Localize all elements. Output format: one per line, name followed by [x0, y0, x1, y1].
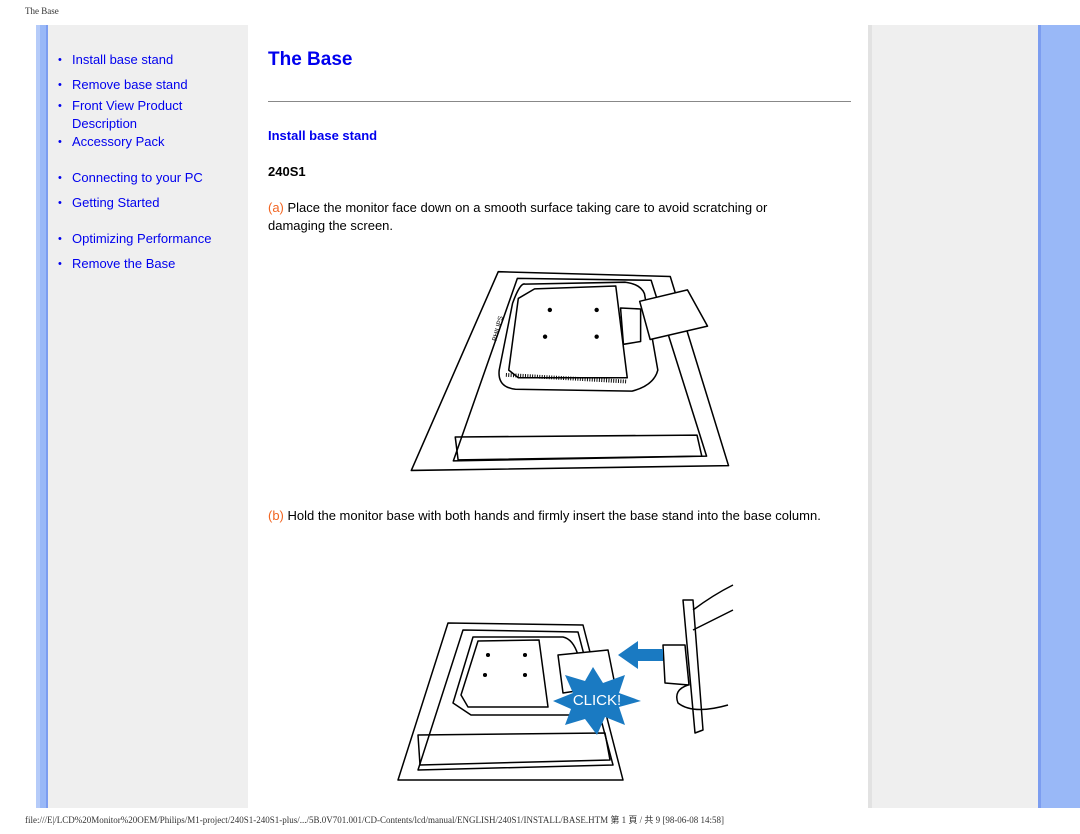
nav-item-optimizing: • Optimizing Performance	[48, 230, 248, 248]
nav-item-install-base-stand: • Install base stand	[48, 51, 248, 69]
nav-item-remove-the-base: • Remove the Base	[48, 255, 248, 273]
step-a-text: Place the monitor face down on a smooth …	[268, 200, 768, 233]
bullet-icon: •	[58, 54, 62, 66]
nav-item-remove-base-stand: • Remove base stand	[48, 76, 248, 94]
page-frame: • Install base stand • Remove base stand…	[36, 25, 1080, 808]
figure-monitor-face-down: PHILIPS	[410, 270, 730, 472]
bullet-icon: •	[58, 172, 62, 184]
arrow-icon	[618, 641, 663, 669]
page-footer: file:///E|/LCD%20Monitor%20OEM/Philips/M…	[25, 815, 725, 825]
nav-item-front-view: • Front View Product Description	[48, 97, 212, 133]
nav-link-accessory-pack[interactable]: Accessory Pack	[72, 134, 164, 149]
model-label: 240S1	[268, 164, 306, 179]
step-b-marker: (b)	[268, 508, 284, 523]
bullet-icon: •	[58, 258, 62, 270]
nav-item-getting-started: • Getting Started	[48, 194, 248, 212]
right-gray-panel	[868, 25, 1038, 808]
nav-list: • Install base stand • Remove base stand…	[48, 51, 248, 273]
hand-top	[692, 584, 734, 631]
nav-link-front-view-product-description[interactable]: Front View Product Description	[72, 98, 182, 131]
step-a: (a) Place the monitor face down on a smo…	[268, 199, 828, 235]
back-panel	[460, 639, 549, 708]
bullet-icon: •	[58, 100, 62, 112]
bullet-icon: •	[58, 136, 62, 148]
page-header: The Base	[25, 6, 59, 16]
section-title: Install base stand	[268, 128, 378, 143]
step-b: (b) Hold the monitor base with both hand…	[268, 507, 828, 525]
monitor-bottom-edge	[417, 732, 611, 766]
bullet-icon: •	[58, 233, 62, 245]
bullet-icon: •	[58, 79, 62, 91]
click-label: CLICK!	[573, 692, 621, 709]
nav-link-getting-started[interactable]: Getting Started	[72, 195, 159, 210]
left-frame-stripe	[36, 25, 48, 808]
nav-item-connecting: • Connecting to your PC	[48, 169, 248, 187]
nav-link-connecting-to-your-pc[interactable]: Connecting to your PC	[72, 170, 203, 185]
nav-link-install-base-stand[interactable]: Install base stand	[72, 52, 173, 67]
nav-item-accessory-pack: • Accessory Pack	[48, 133, 248, 151]
figure-insert-base-stand: CLICK!	[397, 584, 734, 781]
bullet-icon: •	[58, 197, 62, 209]
back-panel	[507, 285, 629, 379]
divider	[268, 101, 851, 102]
main-content: The Base Install base stand 240S1 (a) Pl…	[248, 25, 868, 808]
hand-bottom	[676, 684, 729, 711]
right-frame-stripe	[1038, 25, 1080, 808]
page-title: The Base	[268, 49, 353, 70]
nav-link-optimizing-performance[interactable]: Optimizing Performance	[72, 231, 211, 246]
nav-link-remove-the-base[interactable]: Remove the Base	[72, 256, 175, 271]
sidebar-nav: • Install base stand • Remove base stand…	[48, 25, 248, 808]
nav-link-remove-base-stand[interactable]: Remove base stand	[72, 77, 188, 92]
step-a-marker: (a)	[268, 200, 284, 215]
step-b-text: Hold the monitor base with both hands an…	[283, 508, 821, 523]
